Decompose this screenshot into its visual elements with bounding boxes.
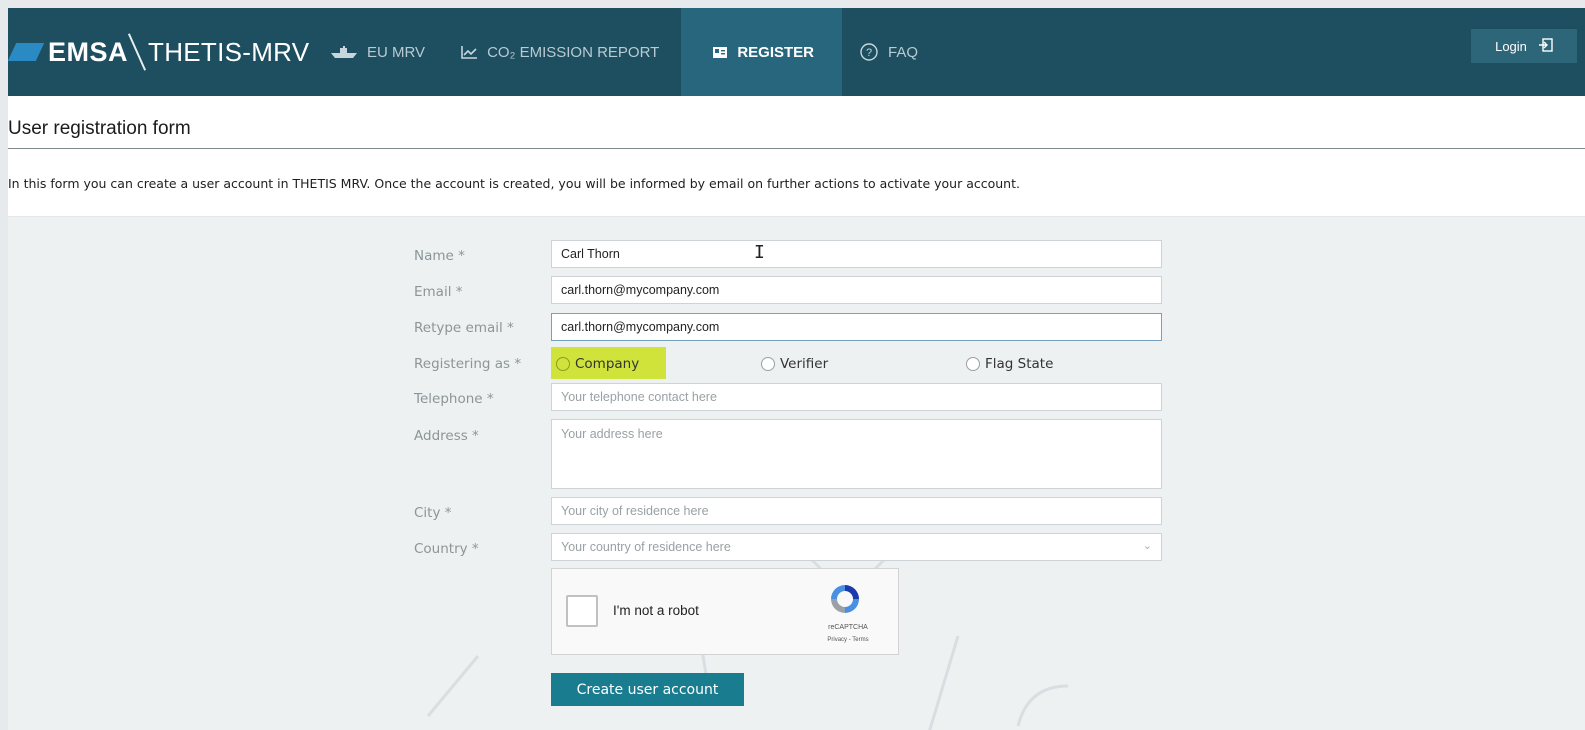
register-icon [713, 46, 728, 58]
radio-verifier[interactable]: Verifier [761, 356, 828, 372]
radio-company[interactable]: Company [556, 356, 639, 372]
page-title: User registration form [8, 118, 191, 139]
recaptcha-widget: I'm not a robot reCAPTCHA Privacy - Term… [551, 568, 899, 655]
recaptcha-label: I'm not a robot [613, 603, 699, 618]
name-label: Name * [414, 248, 465, 264]
text-cursor-icon: I [754, 242, 765, 263]
login-icon [1538, 37, 1553, 55]
nav-register[interactable]: REGISTER [681, 8, 843, 96]
telephone-label: Telephone * [414, 391, 494, 407]
email-field[interactable]: carl.thorn@mycompany.com [551, 276, 1162, 304]
chevron-down-icon: ⌄ [1142, 540, 1152, 552]
app-window: EMSA THETIS-MRV EU MRV CO₂ EMISSION REPO… [8, 8, 1585, 730]
nav-co2-report-label: CO₂ EMISSION REPORT [487, 43, 660, 61]
country-select[interactable]: Your country of residence here ⌄ [551, 533, 1162, 561]
radio-company-label: Company [575, 356, 640, 372]
radio-verifier-label: Verifier [780, 356, 829, 372]
nav-faq[interactable]: ? FAQ [842, 8, 936, 96]
recaptcha-privacy-terms[interactable]: Privacy - Terms [818, 637, 878, 643]
intro-text: In this form you can create a user accou… [8, 176, 1020, 191]
login-button[interactable]: Login [1471, 29, 1577, 63]
radio-flag-state[interactable]: Flag State [966, 356, 1053, 372]
telephone-field[interactable]: Your telephone contact here [551, 383, 1162, 411]
ship-icon [331, 46, 357, 58]
help-icon: ? [860, 43, 878, 61]
radio-company-icon [556, 357, 570, 371]
retype-email-label: Retype email * [414, 320, 514, 336]
chart-icon [461, 45, 478, 59]
recaptcha-brand: reCAPTCHA [828, 624, 868, 631]
login-label: Login [1495, 38, 1527, 54]
svg-text:?: ? [866, 47, 872, 59]
brand-app-name: THETIS-MRV [148, 36, 310, 67]
city-label: City * [414, 505, 452, 521]
email-label: Email * [414, 284, 463, 300]
country-label: Country * [414, 541, 479, 557]
city-field[interactable]: Your city of residence here [551, 497, 1162, 525]
nav-register-label: REGISTER [737, 43, 815, 61]
nav-eu-mrv-label: EU MRV [367, 43, 426, 61]
nav-faq-label: FAQ [888, 43, 919, 61]
radio-verifier-icon [761, 357, 775, 371]
brand-logo[interactable]: EMSA THETIS-MRV [8, 22, 309, 82]
retype-email-field[interactable]: carl.thorn@mycompany.com [551, 313, 1162, 341]
name-field[interactable]: Carl Thorn [551, 240, 1162, 268]
emsa-logo-icon [8, 43, 45, 61]
radio-flag-state-icon [966, 357, 980, 371]
brand-emsa: EMSA [48, 36, 129, 67]
main-nav: EU MRV CO₂ EMISSION REPORT REGISTER ? FA… [313, 8, 936, 96]
address-field[interactable]: Your address here [551, 419, 1162, 489]
radio-flag-state-label: Flag State [985, 356, 1054, 372]
recaptcha-checkbox[interactable] [566, 595, 598, 627]
nav-eu-mrv[interactable]: EU MRV [313, 8, 443, 96]
address-label: Address * [414, 428, 479, 444]
create-account-button[interactable]: Create user account [551, 673, 744, 706]
recaptcha-icon [828, 582, 862, 616]
registering-as-label: Registering as * [414, 356, 522, 372]
brand-divider [127, 33, 147, 71]
country-placeholder: Your country of residence here [561, 540, 731, 554]
nav-co2-report[interactable]: CO₂ EMISSION REPORT [443, 8, 677, 96]
title-divider [8, 148, 1585, 149]
top-navbar: EMSA THETIS-MRV EU MRV CO₂ EMISSION REPO… [8, 8, 1585, 96]
